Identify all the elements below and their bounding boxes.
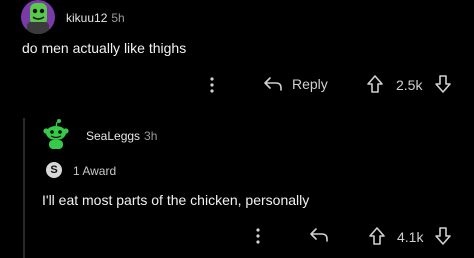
award-label[interactable]: 1 Award bbox=[73, 164, 116, 178]
reply-arrow-icon bbox=[264, 77, 282, 91]
reply-score: 4.1k bbox=[397, 229, 424, 245]
avatar[interactable] bbox=[21, 0, 55, 34]
upvote-icon[interactable] bbox=[366, 74, 384, 94]
award-icon[interactable]: S bbox=[46, 162, 62, 178]
comment-score: 2.5k bbox=[396, 77, 423, 93]
reply-arrow-icon bbox=[310, 228, 328, 242]
thread-line[interactable] bbox=[23, 118, 25, 258]
snoo-avatar-icon bbox=[27, 3, 49, 34]
downvote-icon[interactable] bbox=[434, 74, 452, 94]
more-options-icon[interactable] bbox=[255, 227, 261, 245]
reply-author[interactable]: SeaLeggs 3h bbox=[86, 129, 157, 143]
comment-author[interactable]: kikuu12 5h bbox=[66, 11, 125, 25]
reply-time: 3h bbox=[144, 129, 158, 143]
upvote-icon[interactable] bbox=[368, 226, 386, 246]
reply-body: I'll eat most parts of the chicken, pers… bbox=[42, 192, 310, 208]
more-options-icon[interactable] bbox=[209, 76, 215, 94]
snoo-avatar-icon bbox=[43, 119, 69, 149]
downvote-icon[interactable] bbox=[434, 226, 452, 246]
reply-label: Reply bbox=[292, 76, 328, 92]
reply-button[interactable] bbox=[308, 226, 330, 244]
comment-time: 5h bbox=[111, 11, 125, 25]
reply-button[interactable]: Reply bbox=[262, 75, 328, 93]
comment-body: do men actually like thighs bbox=[22, 40, 187, 56]
reply-avatar[interactable] bbox=[41, 118, 71, 150]
